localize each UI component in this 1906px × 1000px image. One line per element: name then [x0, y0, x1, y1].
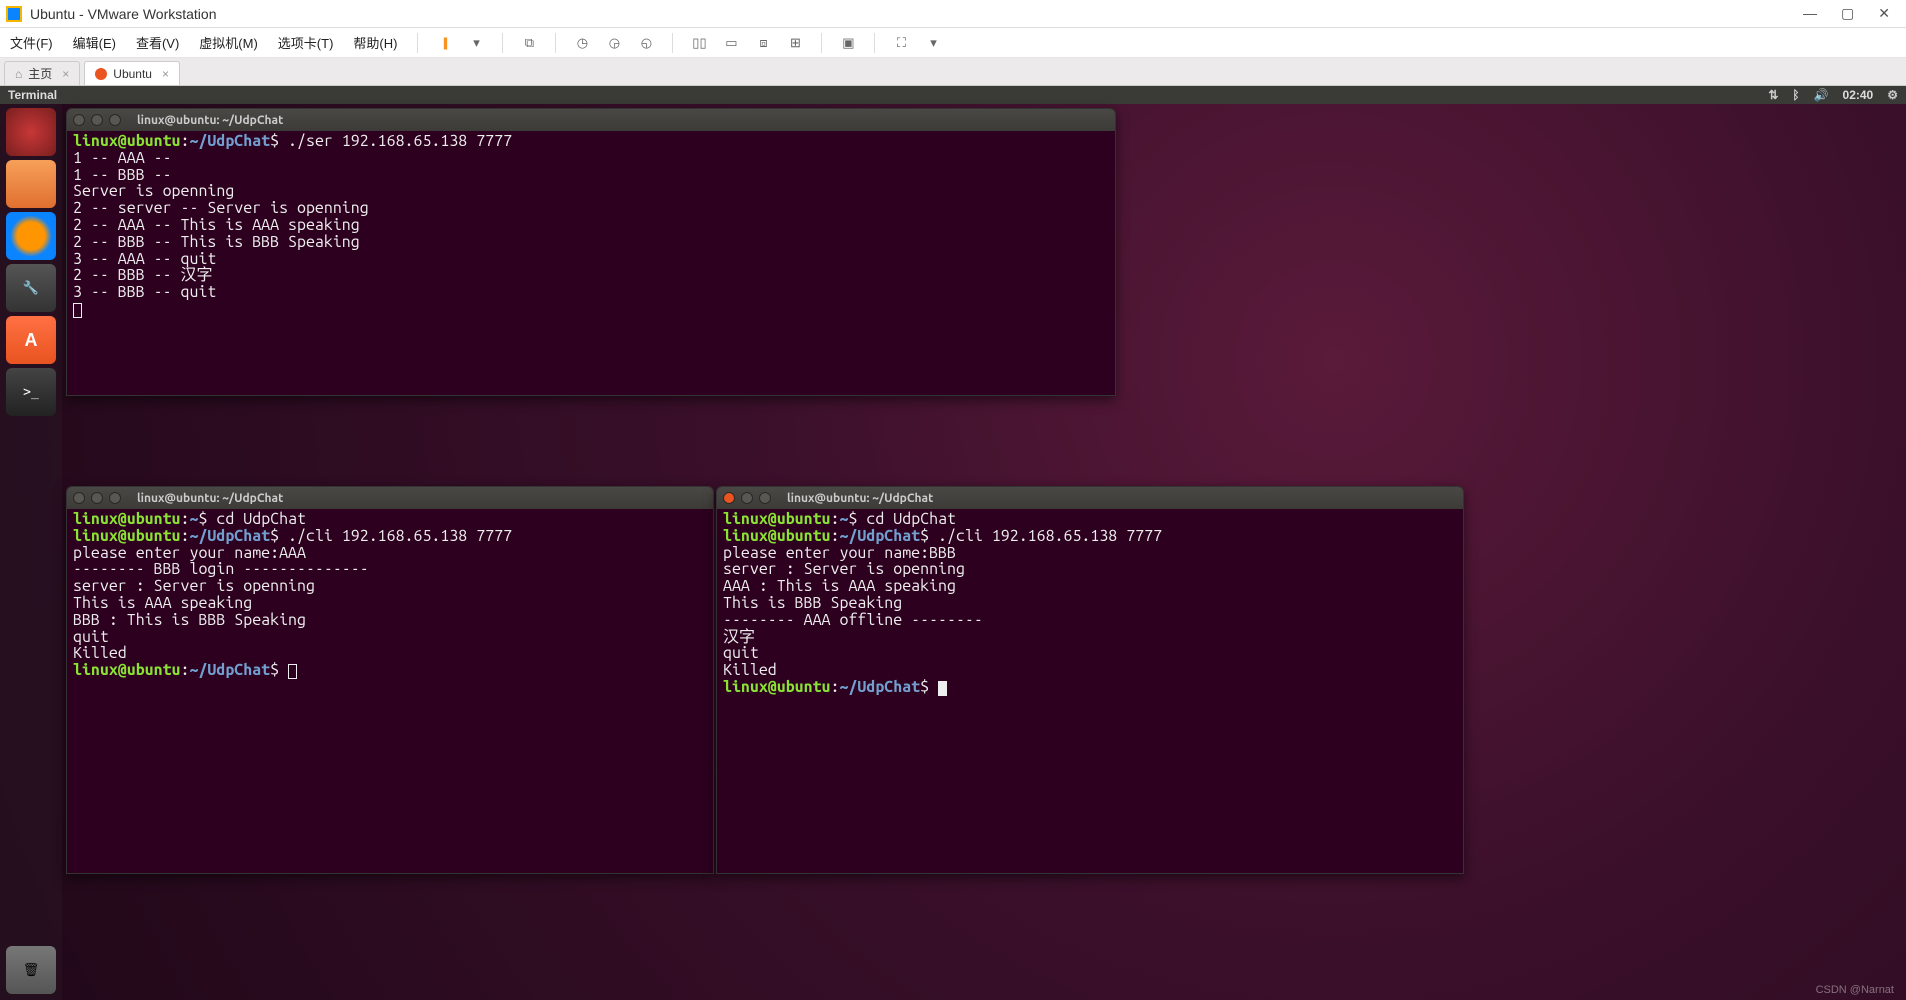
window-title: Ubuntu - VMware Workstation — [30, 6, 1797, 22]
launcher-trash[interactable]: 🗑 — [6, 946, 56, 994]
separator — [821, 33, 822, 53]
window-maximize-button[interactable] — [759, 492, 771, 504]
maximize-button[interactable]: ▢ — [1835, 5, 1860, 22]
menu-vm[interactable]: 虚拟机(M) — [195, 31, 262, 54]
terminal-title: linux@ubuntu: ~/UdpChat — [127, 492, 707, 505]
launcher-settings[interactable]: 🔧 — [6, 264, 56, 312]
window-close-button[interactable] — [73, 492, 85, 504]
dropdown-icon[interactable]: ▾ — [923, 33, 943, 53]
window-maximize-button[interactable] — [109, 492, 121, 504]
unity-launcher: 🔧 A >_ 🗑 — [0, 104, 62, 1000]
terminal-window-client-aaa[interactable]: linux@ubuntu: ~/UdpChat linux@ubuntu:~$ … — [66, 486, 714, 874]
windows-titlebar: Ubuntu - VMware Workstation — ▢ ✕ — [0, 0, 1906, 28]
home-icon: ⌂ — [15, 67, 22, 81]
window-minimize-button[interactable] — [741, 492, 753, 504]
launcher-terminal[interactable]: >_ — [6, 368, 56, 416]
tab-home-label: 主页 — [28, 65, 52, 82]
terminal-titlebar[interactable]: linux@ubuntu: ~/UdpChat — [67, 109, 1115, 131]
terminal-window-client-bbb[interactable]: linux@ubuntu: ~/UdpChat linux@ubuntu:~$ … — [716, 486, 1464, 874]
terminal-body[interactable]: linux@ubuntu:~$ cd UdpChat linux@ubuntu:… — [67, 509, 713, 681]
window-close-button[interactable] — [723, 492, 735, 504]
watermark: CSDN @Narnat — [1816, 984, 1894, 996]
bluetooth-icon[interactable]: ᛒ — [1792, 88, 1799, 102]
menu-help[interactable]: 帮助(H) — [349, 31, 401, 54]
close-icon[interactable]: × — [162, 67, 169, 81]
console-icon[interactable]: ▣ — [838, 33, 858, 53]
window-maximize-button[interactable] — [109, 114, 121, 126]
vmware-icon — [6, 6, 22, 22]
dropdown-icon[interactable]: ▾ — [466, 33, 486, 53]
menu-edit[interactable]: 编辑(E) — [69, 31, 120, 54]
revert-icon[interactable]: ◵ — [636, 33, 656, 53]
layout-appview-icon[interactable]: ⊞ — [785, 33, 805, 53]
fullscreen-icon[interactable]: ⛶ — [891, 33, 911, 53]
terminal-window-server[interactable]: linux@ubuntu: ~/UdpChat linux@ubuntu:~/U… — [66, 108, 1116, 396]
volume-icon[interactable]: 🔊 — [1814, 88, 1829, 102]
separator — [417, 33, 418, 53]
ubuntu-desktop: Terminal ⇅ ᛒ 🔊 02:40 ⚙ 🔧 A >_ 🗑 linux@ub… — [0, 86, 1906, 1000]
terminal-body[interactable]: linux@ubuntu:~$ cd UdpChat linux@ubuntu:… — [717, 509, 1463, 698]
tab-home[interactable]: ⌂ 主页 × — [4, 61, 80, 85]
separator — [874, 33, 875, 53]
terminal-body[interactable]: linux@ubuntu:~/UdpChat$ ./ser 192.168.65… — [67, 131, 1115, 320]
tab-ubuntu[interactable]: Ubuntu × — [84, 61, 180, 85]
launcher-dash[interactable] — [6, 108, 56, 156]
launcher-files[interactable] — [6, 160, 56, 208]
terminal-title: linux@ubuntu: ~/UdpChat — [777, 492, 1457, 505]
layout-single-icon[interactable]: ▯▯ — [689, 33, 709, 53]
terminal-title: linux@ubuntu: ~/UdpChat — [127, 114, 1109, 127]
menu-file[interactable]: 文件(F) — [6, 31, 57, 54]
layout-thumb-icon[interactable]: ▭ — [721, 33, 741, 53]
window-minimize-button[interactable] — [91, 492, 103, 504]
send-ctrlaltdel-icon[interactable]: ⧉ — [519, 33, 539, 53]
close-icon[interactable]: × — [62, 67, 69, 81]
launcher-software[interactable]: A — [6, 316, 56, 364]
separator — [672, 33, 673, 53]
window-minimize-button[interactable] — [91, 114, 103, 126]
gear-icon[interactable]: ⚙ — [1887, 88, 1898, 102]
terminal-titlebar[interactable]: linux@ubuntu: ~/UdpChat — [67, 487, 713, 509]
snapshot-manager-icon[interactable]: ◶ — [604, 33, 624, 53]
terminal-titlebar[interactable]: linux@ubuntu: ~/UdpChat — [717, 487, 1463, 509]
network-icon[interactable]: ⇅ — [1768, 88, 1778, 102]
launcher-firefox[interactable] — [6, 212, 56, 260]
menubar: 文件(F) 编辑(E) 查看(V) 虚拟机(M) 选项卡(T) 帮助(H) ||… — [0, 28, 1906, 58]
window-close-button[interactable] — [73, 114, 85, 126]
layout-unity-icon[interactable]: ⧈ — [753, 33, 773, 53]
ubuntu-icon — [95, 68, 107, 80]
panel-app-name: Terminal — [8, 88, 1768, 102]
clock[interactable]: 02:40 — [1843, 88, 1874, 102]
minimize-button[interactable]: — — [1797, 5, 1823, 22]
tab-ubuntu-label: Ubuntu — [113, 67, 152, 81]
pause-button[interactable]: || — [434, 33, 454, 53]
snapshot-icon[interactable]: ◷ — [572, 33, 592, 53]
separator — [502, 33, 503, 53]
ubuntu-top-panel: Terminal ⇅ ᛒ 🔊 02:40 ⚙ — [0, 86, 1906, 104]
separator — [555, 33, 556, 53]
menu-tabs[interactable]: 选项卡(T) — [274, 31, 338, 54]
tabs-row: ⌂ 主页 × Ubuntu × — [0, 58, 1906, 86]
menu-view[interactable]: 查看(V) — [132, 31, 183, 54]
close-button[interactable]: ✕ — [1872, 5, 1896, 22]
